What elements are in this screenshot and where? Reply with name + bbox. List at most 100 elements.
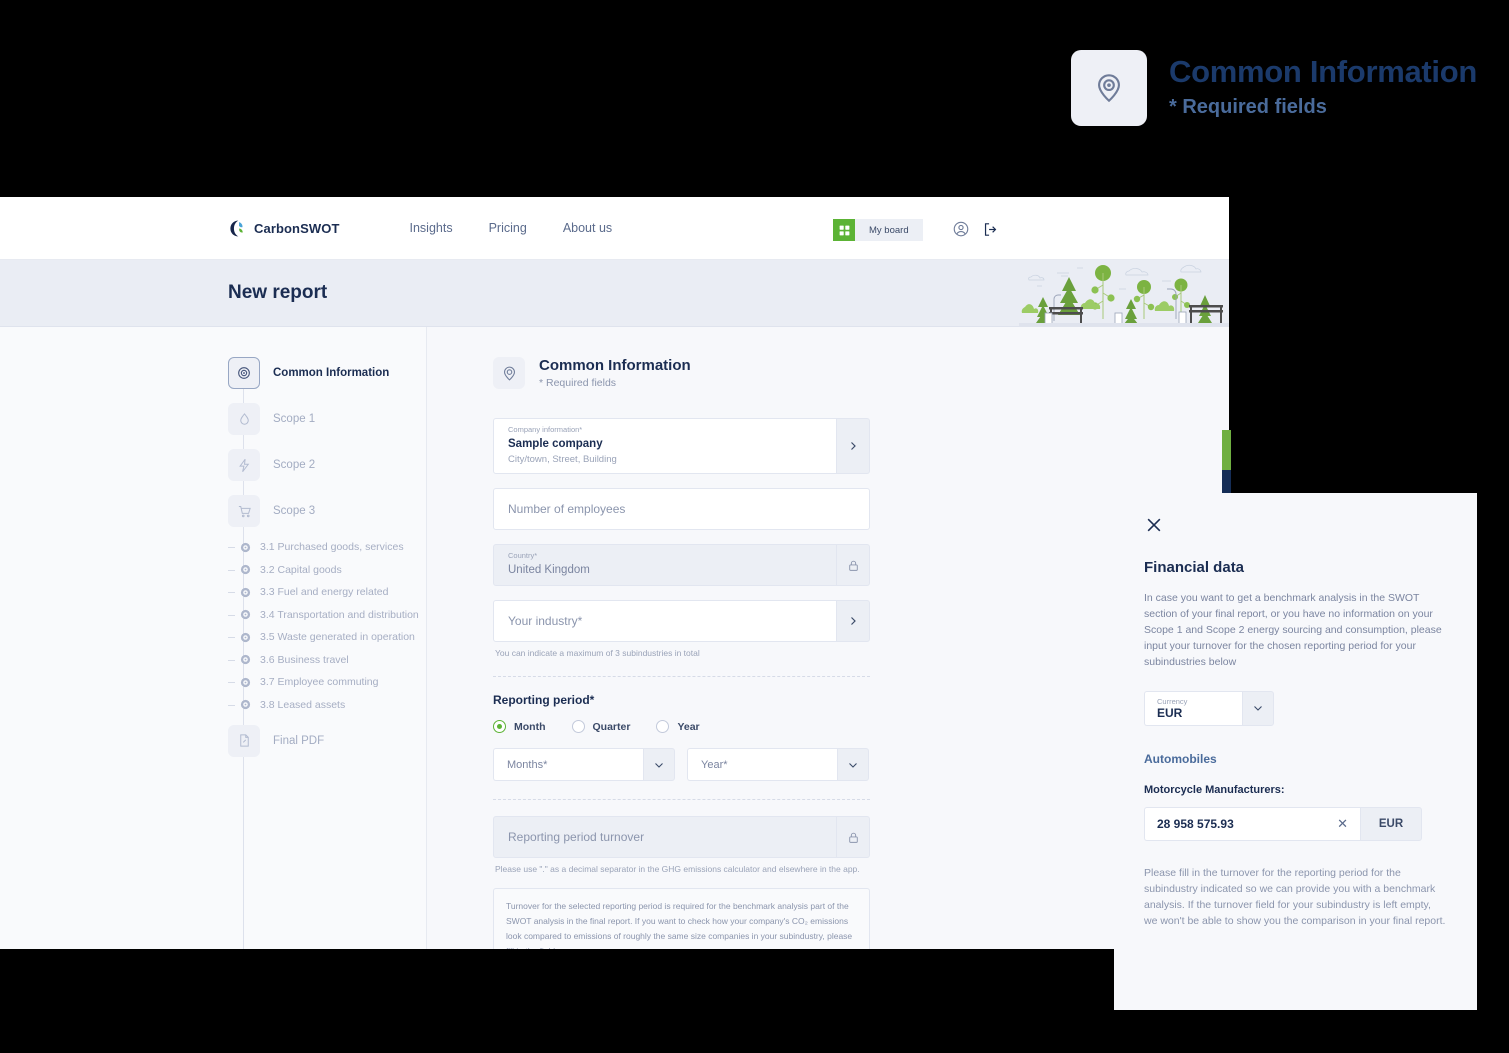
sidebar-subitem-3-3[interactable]: 3.3 Fuel and energy related [228,586,426,598]
company-information-row: Company information* Sample company City… [493,418,870,474]
sidebar-item-label: Scope 3 [273,505,316,517]
logo[interactable]: CarbonSWOT [228,219,340,238]
months-select-caret[interactable] [643,748,675,781]
financial-data-drawer: Financial data In case you want to get a… [1114,493,1477,1010]
radio-mark-icon [656,720,670,733]
sidebar-subitem-label: 3.5 Waste generated in operation [260,631,415,643]
industry-placeholder: Your industry* [508,614,583,628]
turnover-lock-icon [837,816,870,858]
tree-connector [228,682,235,683]
radio-mark-icon [571,720,585,733]
radio-label: Month [514,720,546,733]
page-headline: Common Information * Required fields [1071,50,1477,126]
target-icon [240,609,251,620]
chevron-right-icon [851,617,856,625]
number-of-employees-placeholder: Number of employees [508,502,626,516]
sidebar-subitem-3-5[interactable]: 3.5 Waste generated in operation [228,631,426,643]
tree-connector [228,659,235,661]
sidebar-item-final-pdf[interactable]: Final PDF [228,724,426,757]
radio-quarter[interactable]: Quarter [571,720,630,733]
year-select-caret[interactable] [837,748,869,781]
close-icon[interactable] [1144,515,1164,535]
sidebar-item-label: Scope 1 [273,413,316,425]
app-window: CarbonSWOT Insights Pricing About us New… [0,197,1229,949]
lightning-bolt-icon [228,449,260,481]
form-header: Common Information * Required fields [493,357,1229,389]
sidebar-subitem-3-2[interactable]: 3.2 Capital goods [228,564,426,576]
sidebar-item-label: Common Information [273,367,390,379]
currency-select-row: Currency EUR [1144,690,1274,726]
tree-connector [228,592,235,593]
subindustry-turnover-row: 28 958 575.93 ✕ EUR [1144,806,1422,841]
scope-3-subitems: 3.1 Purchased goods, services 3.2 Capita… [228,541,426,711]
top-navbar: CarbonSWOT Insights Pricing About us [0,197,1229,260]
sidebar-item-scope-3[interactable]: Scope 3 [228,495,426,527]
lock-icon [848,560,858,571]
required-fields-note: * Required fields [1169,95,1327,118]
radio-label: Year [677,720,700,733]
company-information-expand-button[interactable] [837,418,870,474]
turnover-field: Reporting period turnover [493,816,837,858]
currency-label: Currency [1157,696,1188,706]
clear-icon[interactable]: ✕ [1337,817,1348,830]
water-drop-icon [228,403,260,435]
industry-row: Your industry* [493,600,870,642]
sidebar-subitem-3-7[interactable]: 3.7 Employee commuting [228,676,426,688]
sidebar-subitem-label: 3.8 Leased assets [260,698,346,711]
chevron-right-icon [851,442,856,450]
subindustry-turnover-input[interactable]: 28 958 575.93 ✕ [1144,806,1360,841]
chevron-down-icon [1254,706,1262,712]
sidebar-subitem-3-8[interactable]: 3.8 Leased assets [228,699,426,711]
target-icon [240,699,251,710]
form-required-note: * Required fields [539,377,617,389]
sidebar-subitem-3-1[interactable]: 3.1 Purchased goods, services [228,541,426,553]
park-illustration [1019,260,1229,326]
chevron-down-icon [655,762,663,768]
industry-field[interactable]: Your industry* [493,600,837,642]
currency-select[interactable]: Currency EUR [1144,690,1242,726]
turnover-currency-badge[interactable]: EUR [1360,806,1422,841]
sidebar-item-scope-2[interactable]: Scope 2 [228,449,426,481]
sidebar-subitem-label: 3.6 Business travel [260,653,349,666]
sidebar-subitem-label: 3.4 Transportation and distribution [260,608,419,621]
user-avatar-icon[interactable] [952,220,970,243]
target-icon [240,654,251,665]
company-information-field[interactable]: Company information* Sample company City… [493,418,837,474]
nav-link-insights[interactable]: Insights [410,221,453,235]
nav-link-pricing[interactable]: Pricing [489,221,527,235]
radio-month[interactable]: Month [493,720,546,733]
country-lock-icon [837,544,870,586]
form-title: Common Information [539,357,691,374]
sidebar-item-common-information[interactable]: Common Information [228,357,426,389]
drawer-title: Financial data [1144,559,1245,576]
my-board-button[interactable]: My board [833,219,923,241]
tree-connector [228,569,235,571]
currency-select-caret[interactable] [1242,690,1274,726]
nav-link-about-us[interactable]: About us [563,221,612,235]
location-pin-icon [1071,50,1147,126]
months-select[interactable]: Months* [493,748,643,781]
sidebar-subitem-3-6[interactable]: 3.6 Business travel [228,654,426,666]
form-divider-1 [493,676,870,677]
year-select[interactable]: Year* [687,748,837,781]
sidebar-subitem-3-4[interactable]: 3.4 Transportation and distribution [228,609,426,621]
tree-connector [228,614,235,616]
radio-mark-icon [493,720,506,733]
sidebar-item-label: Scope 2 [273,459,316,471]
form-divider-2 [493,799,870,800]
industry-expand-button[interactable] [837,600,870,642]
screen-root: Common Information * Required fields Car… [0,0,1509,1053]
sidebar-item-scope-1[interactable]: Scope 1 [228,403,426,435]
radio-year[interactable]: Year [656,720,700,733]
year-select-row: Year* [687,748,869,781]
app-body: Common Information Scope 1 Scope 2 Scope… [0,327,1229,949]
sidebar: Common Information Scope 1 Scope 2 Scope… [0,327,427,949]
chevron-down-icon [849,762,857,768]
logout-icon[interactable] [982,221,999,243]
number-of-employees-input[interactable]: Number of employees [493,488,870,530]
number-of-employees-row: Number of employees [493,488,870,530]
country-field: Country* United Kingdom [493,544,837,586]
tree-connector [228,704,235,706]
target-icon [240,564,251,575]
country-value: United Kingdom [508,563,590,576]
